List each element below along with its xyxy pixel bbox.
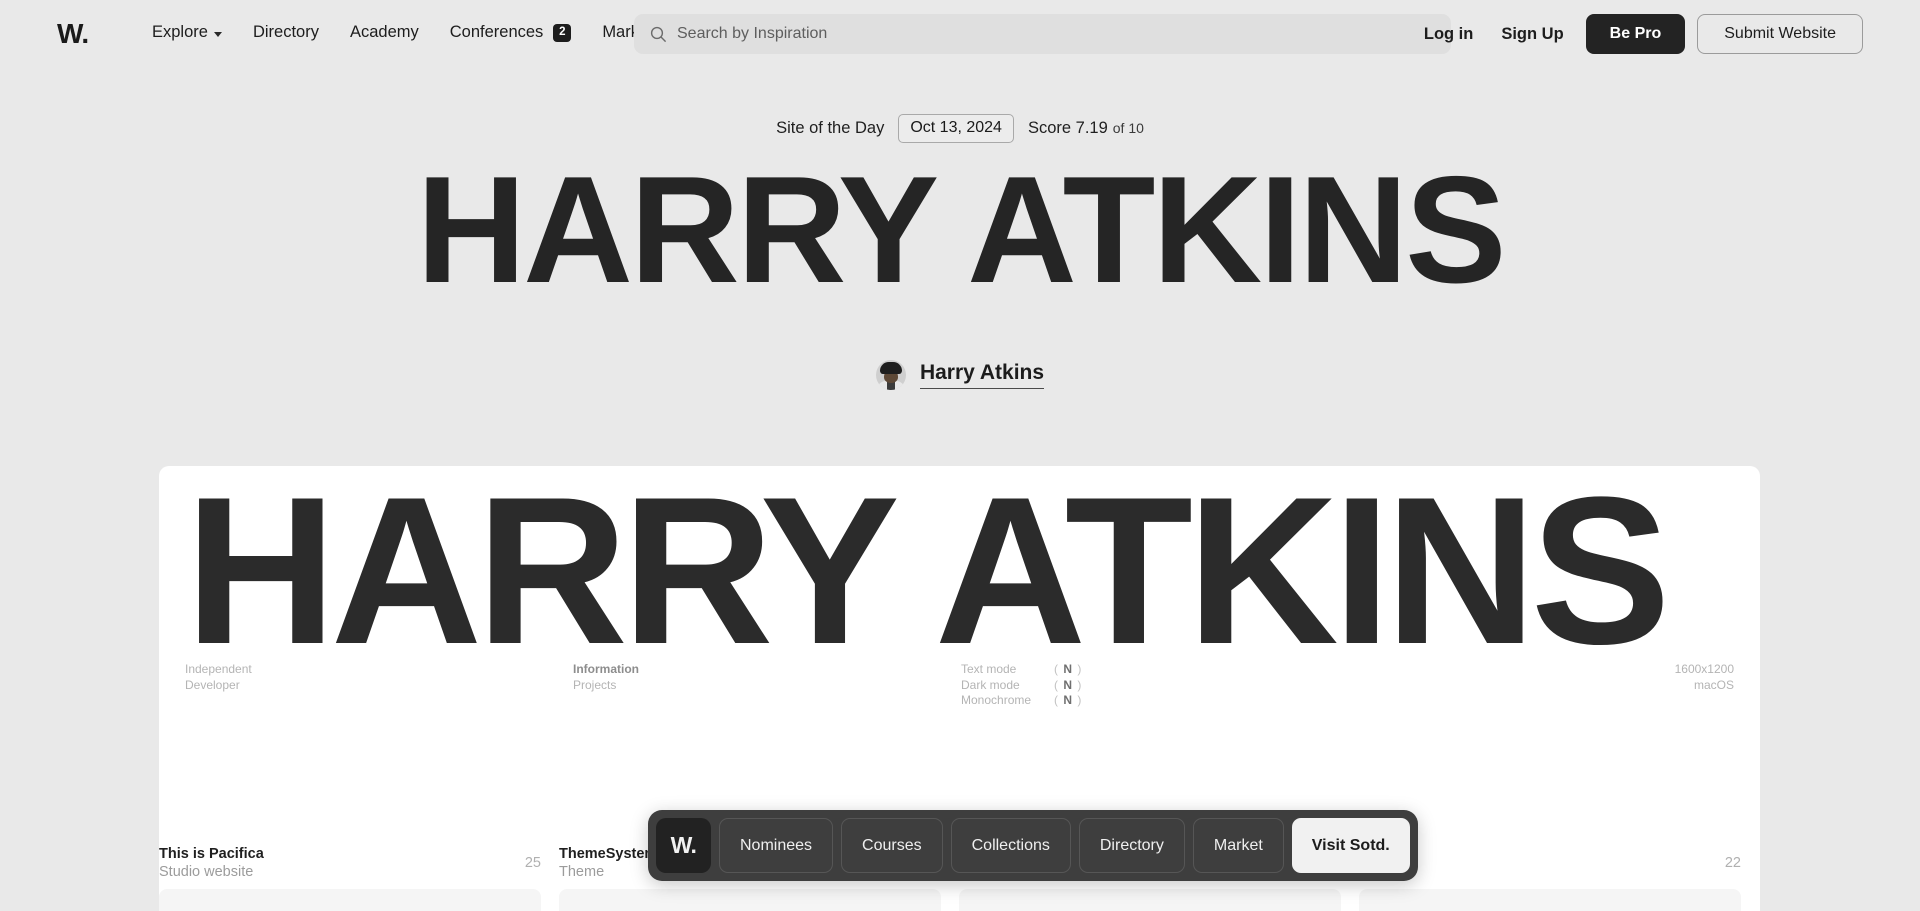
preview-role-line1: Independent xyxy=(185,662,252,676)
submit-website-button[interactable]: Submit Website xyxy=(1697,14,1863,54)
dock-item-courses[interactable]: Courses xyxy=(841,818,943,873)
card-texts: This is Pacifica Studio website xyxy=(159,845,525,881)
preview-headline: HARRY ATKINS xyxy=(185,466,1671,688)
preview-link-information[interactable]: Information xyxy=(573,662,961,678)
preview-platform: macOS xyxy=(1693,677,1734,692)
signup-button[interactable]: Sign Up xyxy=(1487,12,1577,56)
toggle-key: ( N ) xyxy=(1054,662,1083,676)
award-meta-row: Site of the Day Oct 13, 2024 Score 7.19 … xyxy=(0,114,1920,143)
toggle-label: Monochrome xyxy=(961,693,1032,707)
visit-sotd-button[interactable]: Visit Sotd. xyxy=(1291,818,1410,873)
header-actions: Log in Sign Up Be Pro Submit Website xyxy=(1410,12,1863,56)
author-name-link[interactable]: Harry Atkins xyxy=(919,361,1045,389)
card-thumbnail[interactable] xyxy=(559,889,941,911)
nav-item-conferences[interactable]: Conferences 2 xyxy=(450,23,572,42)
card-header: Polars Website 22 xyxy=(1359,845,1759,881)
search-placeholder: Search by Inspiration xyxy=(677,25,828,42)
toggle-text-mode[interactable]: Text mode ( N ) xyxy=(961,662,1461,678)
card-thumbnail[interactable] xyxy=(159,889,541,911)
list-item[interactable]: Polars Website 22 xyxy=(1359,845,1759,911)
nav-item-label: Directory xyxy=(252,23,319,41)
be-pro-button[interactable]: Be Pro xyxy=(1585,14,1686,54)
preview-meta-links: Information Projects xyxy=(573,662,961,709)
card-number: 22 xyxy=(1724,855,1741,871)
nav-item-label: Conferences xyxy=(449,23,544,41)
toggle-key: ( N ) xyxy=(1054,677,1083,692)
award-date-button[interactable]: Oct 13, 2024 xyxy=(898,114,1014,143)
avatar-hair xyxy=(879,362,902,374)
dock-item-nominees[interactable]: Nominees xyxy=(719,818,834,873)
nav-item-explore[interactable]: Explore xyxy=(152,23,222,42)
card-title: This is Pacifica xyxy=(159,846,264,862)
award-score-value: Score 7.19 xyxy=(1027,119,1108,137)
card-thumbnail[interactable] xyxy=(959,889,1341,911)
list-item[interactable]: This is Pacifica Studio website 25 xyxy=(159,845,559,911)
main-navigation: Explore Directory Academy Conferences 2 … xyxy=(152,23,653,42)
author-row: Harry Atkins xyxy=(0,360,1920,390)
award-score-max: of 10 xyxy=(1112,120,1144,136)
page-root: W. Explore Directory Academy Conferences… xyxy=(0,0,1920,911)
avatar[interactable] xyxy=(875,360,906,390)
card-thumbnail[interactable] xyxy=(1359,889,1741,911)
toggle-label: Dark mode xyxy=(961,677,1020,692)
chevron-down-icon xyxy=(213,31,222,37)
toggle-monochrome[interactable]: Monochrome ( N ) xyxy=(961,693,1461,709)
card-number: 25 xyxy=(524,855,541,871)
preview-meta-toggles: Text mode ( N ) Dark mode ( N ) Monochro… xyxy=(961,662,1461,709)
preview-meta-resolution: 1600x1200 macOS xyxy=(1675,662,1734,709)
search-input[interactable]: Search by Inspiration xyxy=(634,14,1451,54)
toggle-key: ( N ) xyxy=(1054,693,1083,707)
card-subtitle: Studio website xyxy=(159,864,254,880)
brand-logo[interactable]: W. xyxy=(57,14,89,54)
status-badge: 2 xyxy=(553,23,572,42)
preview-resolution: 1600x1200 xyxy=(1674,662,1734,676)
award-score: Score 7.19 of 10 xyxy=(1028,119,1144,138)
dock-item-collections[interactable]: Collections xyxy=(950,818,1071,873)
site-header: W. Explore Directory Academy Conferences… xyxy=(0,0,1920,68)
toggle-dark-mode[interactable]: Dark mode ( N ) xyxy=(961,678,1461,694)
toggle-label: Text mode xyxy=(961,662,1017,676)
nav-item-directory[interactable]: Directory xyxy=(253,23,319,42)
dock-item-directory[interactable]: Directory xyxy=(1078,818,1185,873)
preview-meta-role: Independent Developer xyxy=(185,662,573,709)
nav-item-label: Explore xyxy=(152,23,208,41)
search-icon xyxy=(650,26,667,42)
nav-item-label: Academy xyxy=(349,23,419,41)
nav-item-academy[interactable]: Academy xyxy=(350,23,419,42)
preview-meta: Independent Developer Information Projec… xyxy=(185,662,1734,709)
page-title: HARRY ATKINS xyxy=(416,145,1506,315)
preview-role-line2: Developer xyxy=(185,677,240,692)
dock-items: Nominees Courses Collections Directory M… xyxy=(719,818,1410,873)
dock-item-market[interactable]: Market xyxy=(1192,818,1284,873)
dock-logo-button[interactable]: W. xyxy=(656,818,711,873)
login-button[interactable]: Log in xyxy=(1410,12,1487,56)
preview-link-projects[interactable]: Projects xyxy=(573,678,961,694)
award-label: Site of the Day xyxy=(776,119,885,137)
floating-dock: W. Nominees Courses Collections Director… xyxy=(648,810,1418,881)
card-header: This is Pacifica Studio website 25 xyxy=(159,845,559,881)
